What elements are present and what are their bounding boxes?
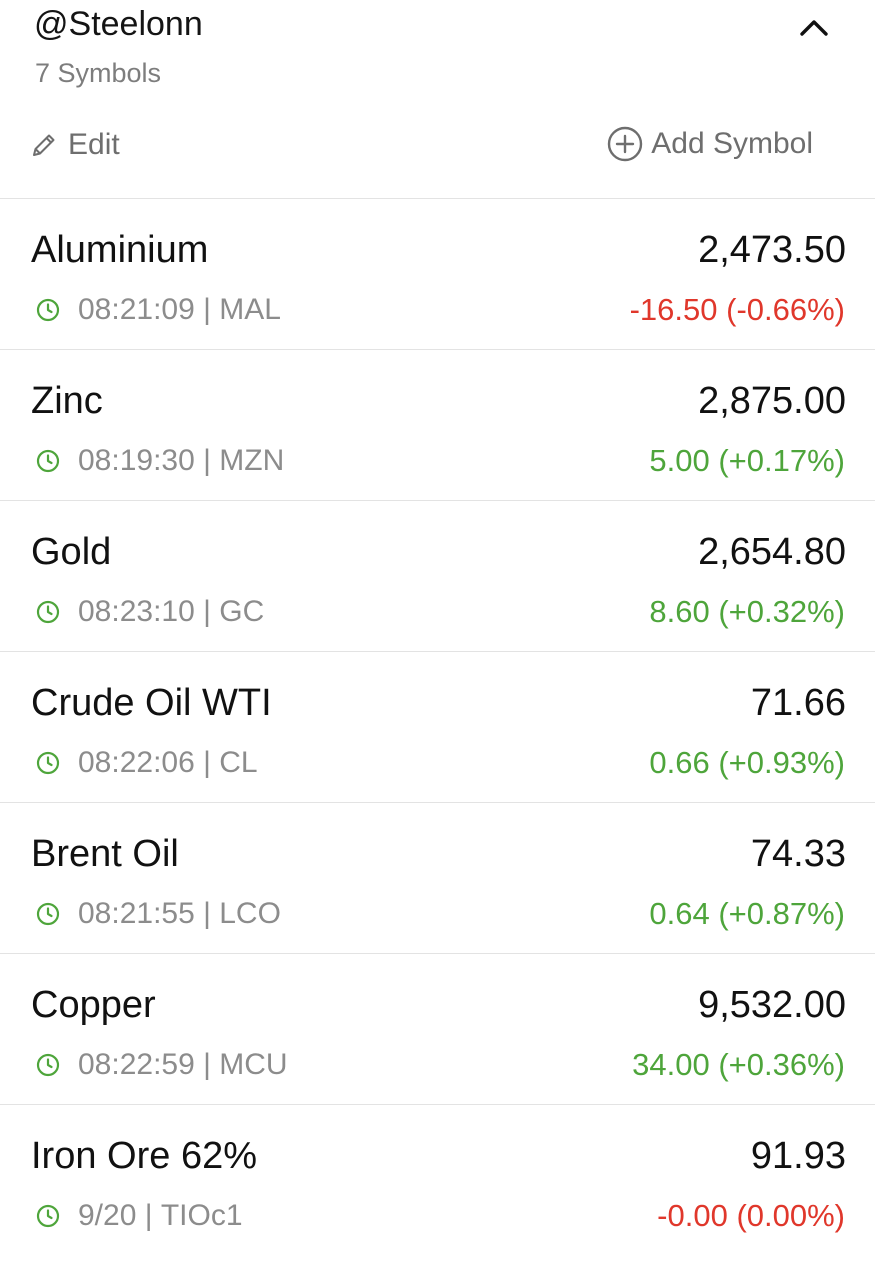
- symbol-ticker: CL: [219, 746, 258, 779]
- symbol-ticker: MCU: [219, 1048, 288, 1081]
- symbol-price: 2,654.80: [698, 531, 846, 573]
- meta-separator: |: [194, 293, 220, 326]
- symbol-ticker: MZN: [219, 444, 285, 477]
- symbol-name: Aluminium: [31, 229, 209, 271]
- edit-button[interactable]: Edit: [30, 124, 120, 166]
- symbol-time: 08:19:30: [78, 444, 195, 477]
- meta-separator: |: [194, 897, 220, 930]
- symbol-row[interactable]: Aluminium 2,473.50 08:21:09 | MAL -16.50…: [0, 199, 875, 350]
- symbol-row[interactable]: Iron Ore 62% 91.93 9/20 | TIOc1 -0.00 (0…: [0, 1105, 875, 1256]
- symbol-list: Aluminium 2,473.50 08:21:09 | MAL -16.50…: [0, 199, 875, 1256]
- symbol-ticker: MAL: [219, 293, 281, 326]
- symbol-price: 9,532.00: [698, 984, 846, 1026]
- symbol-count: 7 Symbols: [35, 58, 162, 88]
- symbol-row[interactable]: Zinc 2,875.00 08:19:30 | MZN 5.00 (+0.17…: [0, 350, 875, 501]
- symbol-meta: 08:23:10 | GC: [35, 594, 264, 630]
- meta-separator: |: [194, 444, 220, 477]
- meta-separator: |: [194, 746, 220, 779]
- symbol-price: 71.66: [750, 682, 846, 724]
- meta-separator: |: [194, 1048, 220, 1081]
- edit-label: Edit: [68, 128, 120, 161]
- symbol-name: Crude Oil WTI: [31, 682, 272, 724]
- symbol-time: 08:23:10: [78, 595, 195, 628]
- symbol-time: 08:22:59: [78, 1048, 195, 1081]
- symbol-change: 0.66 (+0.93%): [649, 745, 845, 780]
- symbol-price: 2,473.50: [698, 229, 846, 271]
- symbol-price: 74.33: [750, 833, 846, 875]
- clock-icon: [35, 1052, 61, 1078]
- watchlist-title[interactable]: @Steelonn: [34, 4, 203, 44]
- symbol-name: Brent Oil: [31, 833, 179, 875]
- chevron-up-icon: [800, 20, 828, 36]
- symbol-row[interactable]: Crude Oil WTI 71.66 08:22:06 | CL 0.66 (…: [0, 652, 875, 803]
- symbol-time: 08:21:55: [78, 897, 195, 930]
- clock-icon: [35, 750, 61, 776]
- plus-circle-icon: [607, 126, 643, 162]
- symbol-meta: 9/20 | TIOc1: [35, 1198, 243, 1234]
- symbol-name: Iron Ore 62%: [31, 1135, 257, 1177]
- symbol-row[interactable]: Gold 2,654.80 08:23:10 | GC 8.60 (+0.32%…: [0, 501, 875, 652]
- symbol-name: Copper: [31, 984, 156, 1026]
- symbol-time: 08:21:09: [78, 293, 195, 326]
- symbol-change: -0.00 (0.00%): [657, 1198, 845, 1233]
- clock-icon: [35, 599, 61, 625]
- symbol-ticker: TIOc1: [160, 1199, 243, 1232]
- meta-separator: |: [194, 595, 220, 628]
- symbol-row[interactable]: Copper 9,532.00 08:22:59 | MCU 34.00 (+0…: [0, 954, 875, 1105]
- symbol-change: 0.64 (+0.87%): [649, 896, 845, 931]
- symbol-time: 9/20: [78, 1199, 137, 1232]
- symbol-price: 2,875.00: [698, 380, 846, 422]
- symbol-meta: 08:21:09 | MAL: [35, 292, 281, 328]
- symbol-price: 91.93: [750, 1135, 846, 1177]
- symbol-name: Zinc: [31, 380, 103, 422]
- clock-icon: [35, 901, 61, 927]
- collapse-button[interactable]: [797, 14, 831, 42]
- symbol-ticker: LCO: [219, 897, 281, 930]
- add-symbol-button[interactable]: Add Symbol: [607, 122, 813, 166]
- symbol-meta: 08:22:59 | MCU: [35, 1047, 288, 1083]
- symbol-meta: 08:22:06 | CL: [35, 745, 258, 781]
- symbol-ticker: GC: [219, 595, 265, 628]
- symbol-name: Gold: [31, 531, 112, 573]
- symbol-meta: 08:21:55 | LCO: [35, 896, 281, 932]
- pencil-icon: [30, 131, 58, 159]
- clock-icon: [35, 1203, 61, 1229]
- symbol-change: 5.00 (+0.17%): [649, 443, 845, 478]
- add-symbol-label: Add Symbol: [651, 127, 813, 160]
- meta-separator: |: [136, 1199, 161, 1232]
- symbol-change: -16.50 (-0.66%): [629, 292, 845, 327]
- clock-icon: [35, 448, 61, 474]
- symbol-change: 8.60 (+0.32%): [649, 594, 845, 629]
- symbol-change: 34.00 (+0.36%): [632, 1047, 845, 1082]
- clock-icon: [35, 297, 61, 323]
- symbol-time: 08:22:06: [78, 746, 195, 779]
- watchlist-header: @Steelonn 7 Symbols Edit Add Symbol: [0, 0, 875, 199]
- symbol-meta: 08:19:30 | MZN: [35, 443, 284, 479]
- symbol-row[interactable]: Brent Oil 74.33 08:21:55 | LCO 0.64 (+0.…: [0, 803, 875, 954]
